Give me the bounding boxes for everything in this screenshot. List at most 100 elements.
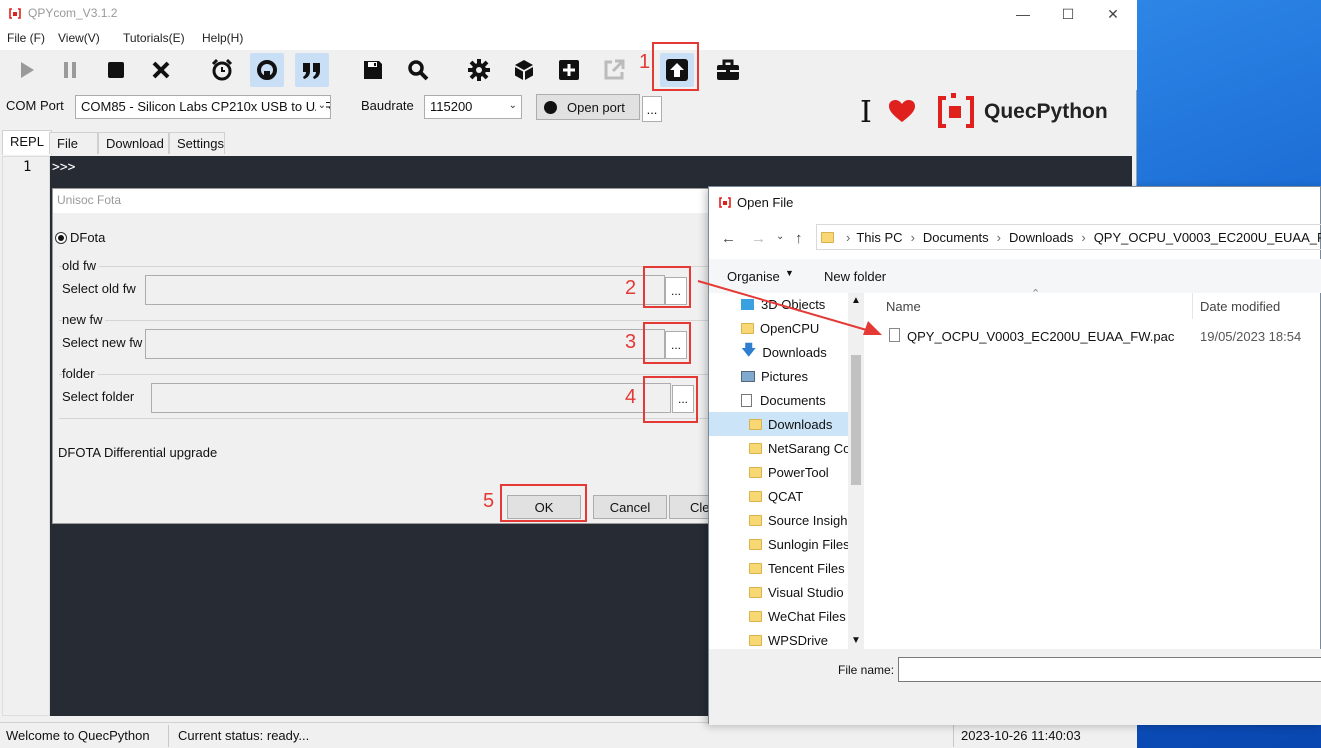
column-header-name[interactable]: Name bbox=[886, 299, 921, 314]
clear-button[interactable]: Cle bbox=[669, 495, 713, 519]
menu-help[interactable]: Help(H) bbox=[202, 31, 243, 45]
port-more-button[interactable]: ... bbox=[642, 96, 662, 122]
nav-item-source-insight[interactable]: Source Insigh bbox=[709, 508, 849, 532]
open-file-dialog: Open File ← → ⌄ ↑ › This PC › Documents … bbox=[708, 186, 1321, 725]
column-header-date[interactable]: Date modified bbox=[1200, 299, 1280, 314]
breadcrumb-current-folder[interactable]: QPY_OCPU_V0003_EC200U_EUAA_FW bbox=[1094, 230, 1321, 245]
forward-arrow-icon[interactable]: → bbox=[751, 230, 766, 247]
nav-item-netsarang[interactable]: NetSarang Co bbox=[709, 436, 849, 460]
dfota-radio[interactable] bbox=[55, 232, 67, 244]
annotation-number-4: 4 bbox=[625, 386, 637, 408]
title-bar: QPYcom_V3.1.2 — ☐ ✕ bbox=[0, 0, 1137, 28]
file-row[interactable]: QPY_OCPU_V0003_EC200U_EUAA_FW.pac 19/05/… bbox=[879, 325, 1321, 347]
scroll-down-icon[interactable]: ▼ bbox=[851, 635, 861, 646]
cancel-button[interactable]: Cancel bbox=[593, 495, 667, 519]
nav-item-powertool[interactable]: PowerTool bbox=[709, 460, 849, 484]
file-name-input[interactable] bbox=[898, 657, 1321, 682]
quecpython-logo-icon bbox=[938, 93, 974, 128]
folder-icon bbox=[749, 514, 762, 526]
quote-button[interactable] bbox=[295, 53, 329, 87]
tab-download[interactable]: Download bbox=[98, 132, 169, 154]
close-window-button[interactable]: ✕ bbox=[1090, 0, 1136, 28]
folder-input[interactable] bbox=[151, 383, 671, 413]
pictures-icon bbox=[741, 370, 755, 382]
old-fw-label: Select old fw bbox=[62, 281, 136, 296]
folder-icon bbox=[821, 231, 834, 243]
nav-item-pictures[interactable]: Pictures bbox=[709, 364, 849, 388]
annotation-box-3 bbox=[643, 322, 691, 364]
back-arrow-icon[interactable]: ← bbox=[721, 230, 736, 247]
nav-item-qcat[interactable]: QCAT bbox=[709, 484, 849, 508]
pause-button[interactable] bbox=[53, 53, 87, 87]
chevron-down-icon[interactable]: ⌄ bbox=[776, 231, 784, 242]
pause-icon bbox=[64, 62, 76, 78]
com-port-label: COM Port bbox=[6, 98, 64, 113]
window-title: QPYcom_V3.1.2 bbox=[28, 6, 118, 20]
new-fw-group-label: new fw bbox=[62, 312, 106, 327]
maximize-button[interactable]: ☐ bbox=[1045, 0, 1091, 28]
toolbox-button[interactable] bbox=[711, 53, 745, 87]
settings-button[interactable] bbox=[462, 53, 496, 87]
minimize-button[interactable]: — bbox=[1000, 0, 1046, 28]
open-port-label: Open port bbox=[567, 99, 625, 115]
file-name: QPY_OCPU_V0003_EC200U_EUAA_FW.pac bbox=[907, 329, 1175, 344]
nav-item-sunlogin[interactable]: Sunlogin Files bbox=[709, 532, 849, 556]
tab-settings[interactable]: Settings bbox=[169, 132, 225, 154]
nav-item-downloads-selected[interactable]: Downloads bbox=[709, 412, 849, 436]
timer-button[interactable] bbox=[205, 53, 239, 87]
chevron-down-icon: ⌄ bbox=[508, 100, 517, 111]
package-button[interactable] bbox=[507, 53, 541, 87]
up-arrow-icon[interactable]: ↑ bbox=[795, 230, 803, 247]
status-bar: Welcome to QuecPython Current status: re… bbox=[0, 722, 1137, 748]
folder-icon bbox=[749, 418, 762, 430]
nav-scrollbar-thumb[interactable] bbox=[851, 355, 861, 485]
add-button[interactable] bbox=[552, 53, 586, 87]
tab-file[interactable]: File bbox=[49, 132, 98, 154]
tab-repl[interactable]: REPL bbox=[2, 130, 52, 155]
old-fw-input[interactable] bbox=[145, 275, 665, 305]
address-bar[interactable]: › This PC › Documents › Downloads › QPY_… bbox=[816, 224, 1321, 250]
breadcrumb-downloads[interactable]: Downloads bbox=[1009, 230, 1073, 245]
breadcrumb-this-pc[interactable]: This PC bbox=[856, 230, 902, 245]
menu-file[interactable]: File (F) bbox=[7, 31, 45, 45]
plus-square-icon bbox=[559, 60, 579, 80]
breadcrumb-documents[interactable]: Documents bbox=[923, 230, 989, 245]
headset-icon bbox=[257, 60, 277, 80]
column-divider bbox=[1192, 293, 1193, 319]
new-fw-label: Select new fw bbox=[62, 335, 143, 350]
menu-view[interactable]: View(V) bbox=[58, 31, 100, 45]
nav-item-wpsdrive[interactable]: WPSDrive bbox=[709, 628, 849, 649]
navigation-pane: 3D Objects OpenCPU 🡇 Downloads Pictures D… bbox=[709, 293, 864, 649]
menu-bar: File (F) View(V) Tutorials(E) Help(H) bbox=[0, 28, 1137, 50]
nav-scrollbar[interactable]: ▲ ▼ bbox=[848, 293, 864, 649]
folder-icon bbox=[749, 538, 762, 550]
baudrate-select[interactable]: 115200 ⌄ bbox=[424, 95, 522, 119]
nav-item-wechat[interactable]: WeChat Files bbox=[709, 604, 849, 628]
export-button[interactable] bbox=[597, 53, 631, 87]
stop-button[interactable] bbox=[99, 53, 133, 87]
folder-icon bbox=[749, 562, 762, 574]
menu-tutorials[interactable]: Tutorials(E) bbox=[123, 31, 185, 45]
status-divider bbox=[953, 725, 954, 747]
toolbox-icon bbox=[717, 59, 739, 80]
app-logo-icon bbox=[9, 8, 21, 19]
search-button[interactable] bbox=[401, 53, 435, 87]
brand-name: QuecPython bbox=[984, 100, 1108, 123]
open-port-button[interactable]: Open port bbox=[536, 94, 640, 120]
sort-caret-icon: ⌃ bbox=[1031, 288, 1041, 300]
baudrate-label: Baudrate bbox=[361, 98, 414, 113]
com-port-select[interactable]: COM85 - Silicon Labs CP210x USB to UART … bbox=[75, 95, 331, 119]
floppy-disk-icon bbox=[364, 61, 382, 79]
annotation-box-1 bbox=[652, 42, 699, 91]
terminal-button[interactable] bbox=[250, 53, 284, 87]
nav-item-documents[interactable]: Documents bbox=[709, 388, 849, 412]
breadcrumb-separator-icon: › bbox=[846, 229, 851, 245]
repl-prompt: >>> bbox=[52, 160, 76, 175]
nav-item-visual-studio[interactable]: Visual Studio bbox=[709, 580, 849, 604]
new-fw-input[interactable] bbox=[145, 329, 665, 359]
clear-button[interactable] bbox=[144, 53, 178, 87]
alarm-clock-icon bbox=[211, 58, 233, 81]
run-button[interactable] bbox=[9, 53, 43, 87]
nav-item-tencent[interactable]: Tencent Files bbox=[709, 556, 849, 580]
save-button[interactable] bbox=[356, 53, 390, 87]
